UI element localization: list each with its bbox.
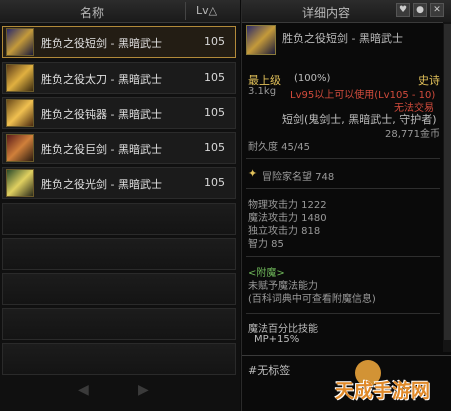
list-item[interactable]: 胜负之役钝器 - 黑暗武士 105	[2, 97, 236, 129]
item-name: 胜负之役钝器 - 黑暗武士	[41, 108, 162, 121]
item-name: 胜负之役光剑 - 黑暗武士	[41, 178, 162, 191]
empty-slot	[2, 273, 236, 305]
list-item[interactable]: 胜负之役巨剑 - 黑暗武士 105	[2, 132, 236, 164]
tag-text[interactable]: #无标签	[248, 362, 290, 378]
detail-scrollbar[interactable]	[443, 22, 451, 352]
watermark: 天成手游网	[335, 380, 431, 402]
header-divider	[185, 2, 186, 20]
column-name-header[interactable]: 名称	[80, 4, 104, 21]
enchant-line-2: (百科词典中可查看附魔信息)	[248, 294, 376, 305]
item-name: 胜负之役巨剑 - 黑暗武士	[41, 143, 162, 156]
scrollbar-thumb[interactable]	[444, 24, 451, 340]
skill-value: MP+15%	[254, 334, 300, 345]
item-dagger-icon	[246, 25, 276, 55]
detail-header: 详细内容 ♥ ● ✕	[242, 0, 451, 23]
prev-page-button[interactable]: ◀	[78, 382, 89, 398]
empty-slot	[2, 238, 236, 270]
skill-title: 魔法百分比技能	[248, 324, 318, 335]
list-item[interactable]: 胜负之役太刀 - 黑暗武士 105	[2, 62, 236, 94]
lightsword-icon	[6, 169, 34, 197]
close-icon[interactable]: ✕	[430, 3, 444, 17]
divider	[246, 256, 440, 257]
reputation-text: 冒险家名望 748	[262, 172, 335, 183]
next-page-button[interactable]: ▶	[138, 382, 149, 398]
empty-slot	[2, 308, 236, 340]
gear-button-icon[interactable]: ●	[413, 3, 427, 17]
detail-item-name: 胜负之役短剑 - 黑暗武士	[282, 32, 403, 45]
greatsword-icon	[6, 134, 34, 162]
sell-price: 28,771金币	[385, 129, 440, 140]
divider	[246, 188, 440, 189]
item-list-panel: 名称 Lv△ 胜负之役短剑 - 黑暗武士 105 胜负之役太刀 - 黑暗武士 1…	[0, 0, 240, 411]
item-level: 105	[204, 71, 225, 84]
divider	[246, 313, 440, 314]
divider	[242, 355, 451, 356]
detail-title: 详细内容	[302, 6, 351, 20]
item-name: 胜负之役太刀 - 黑暗武士	[41, 73, 162, 86]
item-level: 105	[204, 141, 225, 154]
list-item[interactable]: 胜负之役光剑 - 黑暗武士 105	[2, 167, 236, 199]
list-item[interactable]: 胜负之役短剑 - 黑暗武士 105	[2, 26, 236, 58]
katana-icon	[6, 64, 34, 92]
detail-panel: 详细内容 ♥ ● ✕ 胜负之役短剑 - 黑暗武士 最上级 (100%) 史诗 3…	[241, 0, 451, 411]
item-level: 105	[204, 106, 225, 119]
item-level: 105	[204, 176, 225, 189]
column-level-header[interactable]: Lv△	[196, 4, 217, 17]
item-name: 胜负之役短剑 - 黑暗武士	[41, 37, 162, 50]
item-level: 105	[204, 35, 225, 48]
divider	[246, 158, 440, 159]
shield-button-icon[interactable]: ♥	[396, 3, 410, 17]
durability-text: 耐久度 45/45	[248, 142, 310, 153]
blunt-weapon-icon	[6, 99, 34, 127]
empty-slot	[2, 343, 236, 375]
star-icon: ✦	[248, 167, 258, 180]
grade-percent: (100%)	[294, 73, 331, 84]
empty-slot	[2, 203, 236, 235]
dagger-icon	[6, 28, 34, 56]
stat-intelligence: 智力 85	[248, 239, 284, 250]
weight-text: 3.1kg	[248, 86, 277, 97]
list-header: 名称 Lv△	[0, 0, 240, 23]
